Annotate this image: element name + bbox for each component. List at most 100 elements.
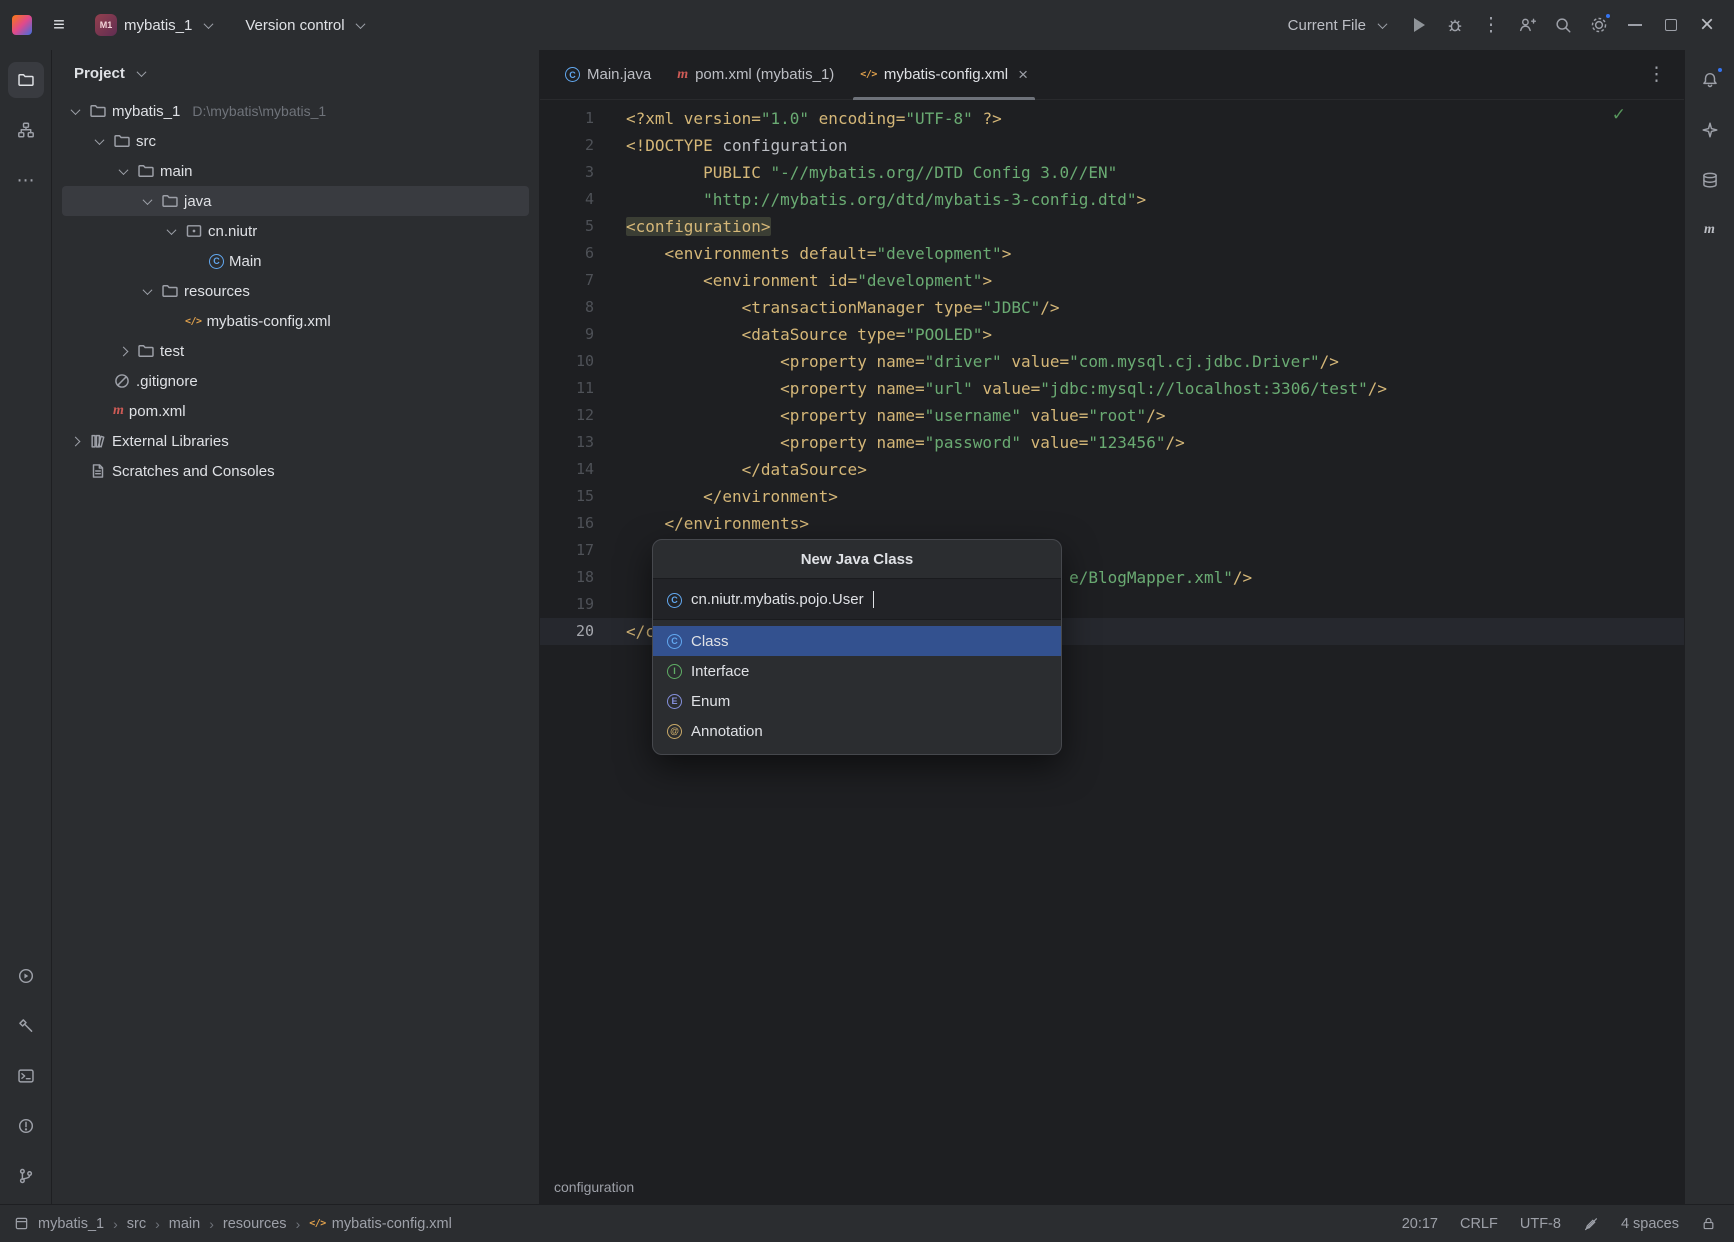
code-line-13[interactable]: 13 <property name="password" value="1234… xyxy=(540,429,1684,456)
breadcrumb-tag[interactable]: configuration xyxy=(554,1179,634,1195)
editor-tab-main-java[interactable]: CMain.java xyxy=(552,50,664,99)
line-number: 12 xyxy=(540,402,610,429)
tree-item-external-libraries[interactable]: External Libraries xyxy=(62,426,529,456)
tree-item-java[interactable]: java xyxy=(62,186,529,216)
terminal-tool-button[interactable] xyxy=(8,1058,44,1094)
code-line-4[interactable]: 4 "http://mybatis.org/dtd/mybatis-3-conf… xyxy=(540,186,1684,213)
indent-setting[interactable]: 4 spaces xyxy=(1621,1216,1679,1232)
tree-item-cn-niutr[interactable]: cn.niutr xyxy=(62,216,529,246)
code-line-11[interactable]: 11 <property name="url" value="jdbc:mysq… xyxy=(540,375,1684,402)
project-name: mybatis_1 xyxy=(124,17,192,34)
code-line-6[interactable]: 6 <environments default="development"> xyxy=(540,240,1684,267)
settings-button[interactable] xyxy=(1582,8,1616,42)
tree-item--gitignore[interactable]: .gitignore xyxy=(62,366,529,396)
notifications-tool-button[interactable] xyxy=(1692,62,1728,98)
tab-label: Main.java xyxy=(587,66,651,83)
tree-item-scratches-and-consoles[interactable]: Scratches and Consoles xyxy=(62,456,529,486)
project-widget[interactable]: M1 mybatis_1 xyxy=(86,8,226,42)
chevron-down-icon[interactable] xyxy=(90,132,108,150)
chevron-down-icon[interactable] xyxy=(138,282,156,300)
tree-item-label: pom.xml xyxy=(129,403,186,420)
code-line-10[interactable]: 10 <property name="driver" value="com.my… xyxy=(540,348,1684,375)
more-tool-button[interactable]: ⋯ xyxy=(8,162,44,198)
status-breadcrumb-mybatis-1[interactable]: mybatis_1 xyxy=(38,1216,104,1232)
tree-item-main[interactable]: CMain xyxy=(62,246,529,276)
maven-tool-tool-button[interactable]: m xyxy=(1692,212,1728,248)
project-tool-button[interactable] xyxy=(8,62,44,98)
run-configuration-selector[interactable]: Current File xyxy=(1279,10,1400,40)
tab-list-icon[interactable]: ⋮ xyxy=(1647,63,1666,86)
pen-strikethrough-icon[interactable] xyxy=(1583,1216,1599,1232)
kind-option-class[interactable]: CClass xyxy=(653,626,1061,656)
tab-label: pom.xml (mybatis_1) xyxy=(695,66,834,83)
main-menu-button[interactable]: ≡ xyxy=(42,8,76,42)
kind-option-enum[interactable]: EEnum xyxy=(653,686,1061,716)
tree-item-main[interactable]: main xyxy=(62,156,529,186)
tree-item-src[interactable]: src xyxy=(62,126,529,156)
editor-breadcrumb[interactable]: configuration xyxy=(540,1170,1684,1204)
debug-button[interactable] xyxy=(1438,8,1472,42)
status-breadcrumb-resources[interactable]: resources xyxy=(223,1216,287,1232)
code-line-1[interactable]: 1<?xml version="1.0" encoding="UTF-8" ?> xyxy=(540,105,1684,132)
tree-item-mybatis-1[interactable]: mybatis_1D:\mybatis\mybatis_1 xyxy=(62,96,529,126)
tree-item-label: External Libraries xyxy=(112,433,229,450)
code-line-9[interactable]: 9 <dataSource type="POOLED"> xyxy=(540,321,1684,348)
tree-item-test[interactable]: test xyxy=(62,336,529,366)
minimize-button[interactable] xyxy=(1618,8,1652,42)
caret-position[interactable]: 20:17 xyxy=(1402,1216,1438,1232)
code-line-14[interactable]: 14 </dataSource> xyxy=(540,456,1684,483)
close-button[interactable]: × xyxy=(1690,8,1724,42)
close-tab-icon[interactable]: × xyxy=(1018,66,1028,83)
line-separator[interactable]: CRLF xyxy=(1460,1216,1498,1232)
chevron-down-icon[interactable] xyxy=(114,162,132,180)
services-tool-button[interactable] xyxy=(8,958,44,994)
lock-icon[interactable] xyxy=(1701,1216,1716,1231)
chevron-down-icon[interactable] xyxy=(66,102,84,120)
code-with-me-button[interactable] xyxy=(1510,8,1544,42)
status-breadcrumb-main[interactable]: main xyxy=(169,1216,200,1232)
option-label: Class xyxy=(691,633,729,650)
structure-tool-button[interactable] xyxy=(8,112,44,148)
code-line-5[interactable]: 5<configuration> xyxy=(540,213,1684,240)
tree-item-label: java xyxy=(184,193,212,210)
status-breadcrumb-mybatis-config-xml[interactable]: </>mybatis-config.xml xyxy=(309,1216,452,1232)
build-tool-button[interactable] xyxy=(8,1008,44,1044)
class-name-input[interactable]: C cn.niutr.mybatis.pojo.User xyxy=(653,578,1061,620)
tree-item-pom-xml[interactable]: m pom.xml xyxy=(62,396,529,426)
project-panel-header[interactable]: Project xyxy=(52,50,539,96)
code-line-2[interactable]: 2<!DOCTYPE configuration xyxy=(540,132,1684,159)
status-breadcrumb-src[interactable]: src xyxy=(127,1216,146,1232)
maximize-button[interactable] xyxy=(1654,8,1688,42)
breadcrumb-separator-icon: › xyxy=(209,1216,214,1232)
code-line-8[interactable]: 8 <transactionManager type="JDBC"/> xyxy=(540,294,1684,321)
ai-assistant-tool-button[interactable] xyxy=(1692,112,1728,148)
file-encoding[interactable]: UTF-8 xyxy=(1520,1216,1561,1232)
status-bar: mybatis_1›src›main›resources›</>mybatis-… xyxy=(0,1204,1734,1242)
database-tool-button[interactable] xyxy=(1692,162,1728,198)
chevron-right-icon[interactable] xyxy=(114,342,132,360)
search-everywhere-button[interactable] xyxy=(1546,8,1580,42)
vcs-widget[interactable]: Version control xyxy=(236,10,378,40)
maven-icon: m xyxy=(113,404,124,418)
chevron-right-icon[interactable] xyxy=(66,432,84,450)
editor-tab-pom-xml-mybatis-1-[interactable]: mpom.xml (mybatis_1) xyxy=(664,50,847,99)
kind-option-interface[interactable]: IInterface xyxy=(653,656,1061,686)
more-actions-button[interactable]: ⋮ xyxy=(1474,8,1508,42)
tree-item-mybatis-config-xml[interactable]: </>mybatis-config.xml xyxy=(62,306,529,336)
code-line-7[interactable]: 7 <environment id="development"> xyxy=(540,267,1684,294)
code-line-15[interactable]: 15 </environment> xyxy=(540,483,1684,510)
maximize-icon xyxy=(1665,19,1677,31)
tree-item-resources[interactable]: resources xyxy=(62,276,529,306)
git-tool-button[interactable] xyxy=(8,1158,44,1194)
line-number: 17 xyxy=(540,537,610,564)
editor-tab-mybatis-config-xml[interactable]: </>mybatis-config.xml× xyxy=(847,50,1041,99)
code-line-16[interactable]: 16 </environments> xyxy=(540,510,1684,537)
kind-option-annotation[interactable]: @Annotation xyxy=(653,716,1061,746)
problems-tool-button[interactable] xyxy=(8,1108,44,1144)
chevron-down-icon[interactable] xyxy=(138,192,156,210)
inspections-ok-icon[interactable]: ✓ xyxy=(1612,105,1626,125)
code-line-12[interactable]: 12 <property name="username" value="root… xyxy=(540,402,1684,429)
run-button[interactable] xyxy=(1402,8,1436,42)
code-line-3[interactable]: 3 PUBLIC "-//mybatis.org//DTD Config 3.0… xyxy=(540,159,1684,186)
chevron-down-icon[interactable] xyxy=(162,222,180,240)
